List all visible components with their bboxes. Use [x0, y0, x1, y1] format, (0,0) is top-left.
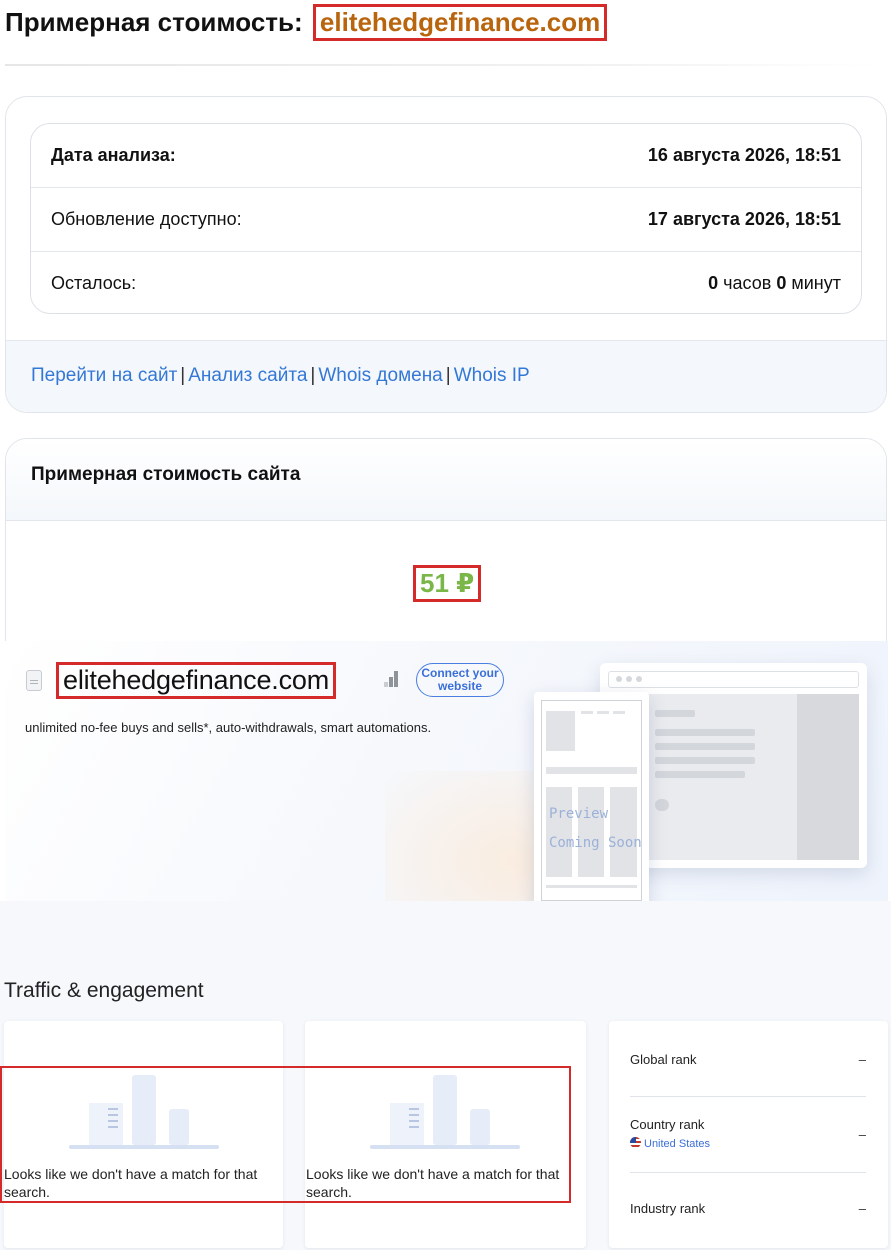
mobile-mockup: Preview Coming Soon: [534, 692, 649, 901]
page-title-prefix: Примерная стоимость:: [5, 7, 303, 37]
header-divider: [5, 64, 880, 66]
industry-rank-label: Industry rank: [630, 1201, 706, 1216]
page-title: Примерная стоимость: elitehedgefinance.c…: [5, 4, 608, 41]
update-available-value: 17 августа 2026, 18:51: [647, 208, 841, 229]
preview-coming-soon: Preview Coming Soon: [549, 800, 642, 858]
global-rank-value: –: [858, 1052, 866, 1067]
link-separator: |: [445, 365, 451, 386]
global-rank-row: Global rank –: [630, 1052, 866, 1067]
link-whois-ip[interactable]: Whois IP: [454, 365, 530, 386]
country-rank-label: Country rank: [630, 1117, 705, 1132]
country-rank-row: Country rank –: [630, 1117, 866, 1142]
time-left-hours-unit: часов: [723, 272, 772, 293]
analysis-date-value: 16 августа 2026, 18:51: [647, 145, 841, 165]
us-flag-icon: [630, 1137, 641, 1148]
site-value-amount: 51 ₽: [413, 565, 482, 602]
rank-bars-icon: [384, 671, 400, 687]
rank-divider: [630, 1172, 866, 1173]
analysis-info-table: Дата анализа: 16 августа 2026, 18:51 Обн…: [30, 123, 862, 314]
site-tagline: unlimited no-fee buys and sells*, auto-w…: [25, 720, 432, 735]
update-available-row: Обновление доступно: 17 августа 2026, 18…: [31, 187, 861, 250]
time-left-row: Осталось: 0 часов 0 минут: [31, 251, 861, 313]
country-rank-value: –: [858, 1127, 866, 1142]
analysis-date-label: Дата анализа:: [51, 145, 176, 165]
preview-domain: elitehedgefinance.com: [56, 662, 336, 699]
time-left-value: 0 часов 0 минут: [708, 273, 841, 294]
country-name: United States: [644, 1138, 711, 1150]
analysis-card: Дата анализа: 16 августа 2026, 18:51 Обн…: [5, 96, 887, 413]
update-available-label: Обновление доступно:: [51, 208, 242, 229]
site-value-card: Примерная стоимость сайта 51 ₽: [5, 438, 887, 648]
link-separator: |: [310, 365, 316, 386]
traffic-title: Traffic & engagement: [4, 979, 204, 1002]
connect-website-button[interactable]: Connect your website: [416, 663, 504, 697]
site-links: Перейти на сайт | Анализ сайта | Whois домен…: [31, 365, 530, 387]
site-preview-panel: elitehedgefinance.com Connect your websi…: [5, 641, 888, 901]
link-site-analysis[interactable]: Анализ сайта: [188, 365, 307, 386]
time-left-minutes: 0: [776, 272, 787, 293]
no-match-highlight-frame: [0, 1066, 571, 1203]
industry-rank-row: Industry rank –: [630, 1201, 866, 1216]
link-whois-domain[interactable]: Whois домена: [318, 365, 442, 386]
time-left-minutes-unit: минут: [791, 272, 841, 293]
file-icon: [26, 670, 42, 691]
country-rank-country[interactable]: United States: [630, 1137, 710, 1150]
site-value-title: Примерная стоимость сайта: [31, 464, 301, 485]
rank-divider: [630, 1096, 866, 1097]
link-go-to-site[interactable]: Перейти на сайт: [31, 365, 177, 386]
time-left-label: Осталось:: [51, 272, 137, 293]
link-separator: |: [180, 365, 186, 386]
time-left-hours: 0: [708, 272, 719, 293]
preview-line-1: Preview: [549, 806, 609, 822]
preview-line-2: Coming Soon: [549, 835, 642, 851]
site-value-card-header: Примерная стоимость сайта: [6, 439, 886, 521]
global-rank-label: Global rank: [630, 1052, 697, 1067]
industry-rank-value: –: [858, 1201, 866, 1216]
analysis-date-row: Дата анализа: 16 августа 2026, 18:51: [31, 124, 861, 187]
page-title-domain: elitehedgefinance.com: [312, 4, 608, 41]
